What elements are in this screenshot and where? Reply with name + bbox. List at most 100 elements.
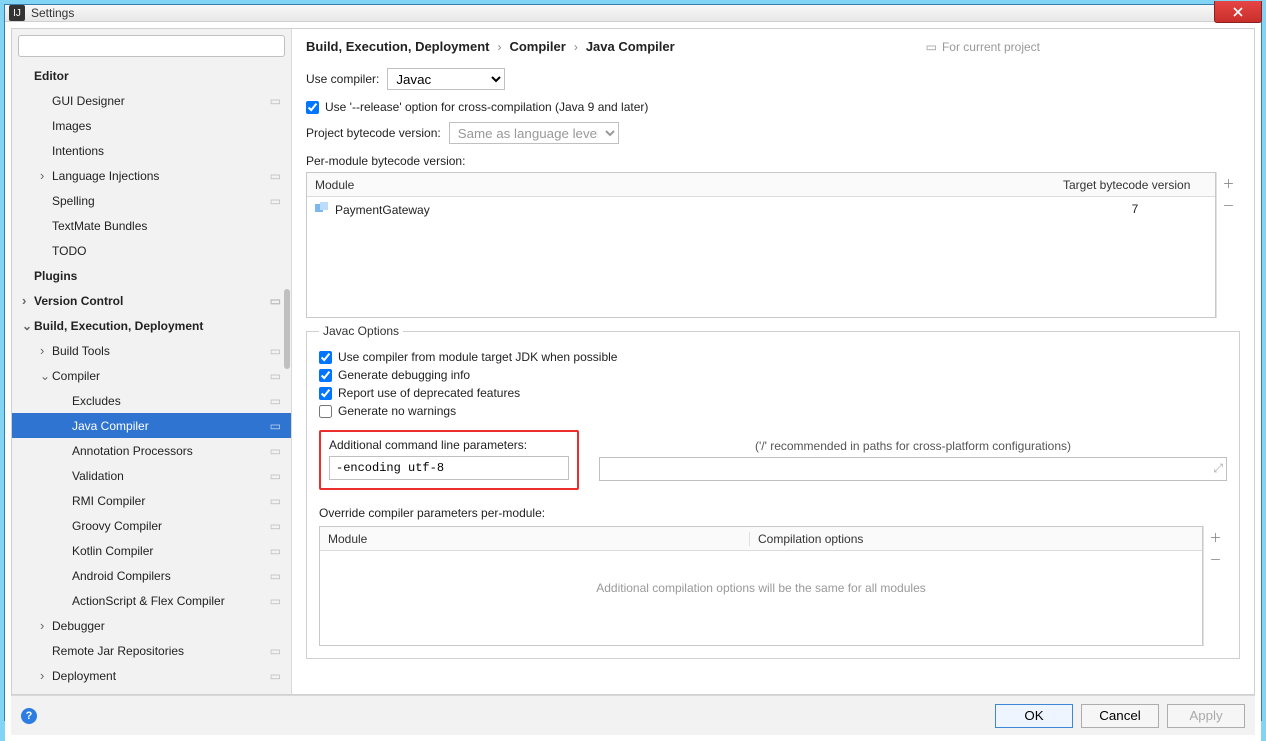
minus-icon: －	[1209, 551, 1221, 568]
settings-tree[interactable]: Editor GUI Designer▭ Images Intentions L…	[12, 63, 291, 694]
tree-editor[interactable]: Editor	[12, 63, 291, 88]
project-badge-icon: ▭	[270, 569, 281, 583]
sidebar-scrollbar[interactable]	[284, 289, 290, 369]
tree-language-injections[interactable]: Language Injections ▭	[12, 163, 291, 188]
scope-hint: ▭For current project	[926, 40, 1040, 54]
expand-icon[interactable]: ⤢	[1213, 461, 1223, 476]
per-module-label: Per-module bytecode version:	[306, 154, 1240, 168]
tree-images[interactable]: Images	[12, 113, 291, 138]
add-override-button[interactable]: ＋	[1205, 526, 1227, 548]
project-badge-icon: ▭	[926, 40, 937, 54]
no-warnings-checkbox[interactable]	[319, 405, 332, 418]
project-badge-icon: ▭	[270, 369, 281, 383]
breadcrumb-item[interactable]: Build, Execution, Deployment	[306, 39, 489, 54]
tree-validation[interactable]: Validation▭	[12, 463, 291, 488]
tree-label: Plugins	[34, 269, 77, 283]
additional-params-input[interactable]	[329, 456, 569, 480]
ok-button[interactable]: OK	[995, 704, 1073, 728]
tree-android-compilers[interactable]: Android Compilers▭	[12, 563, 291, 588]
tree-label: TextMate Bundles	[52, 219, 147, 233]
tree-spelling[interactable]: Spelling ▭	[12, 188, 291, 213]
chevron-right-icon	[40, 343, 52, 358]
module-target[interactable]: 7	[1055, 202, 1215, 216]
checkbox-label: Generate debugging info	[338, 368, 470, 382]
tree-debugger[interactable]: Debugger	[12, 613, 291, 638]
table-row[interactable]: PaymentGateway 7	[307, 197, 1215, 221]
tree-todo[interactable]: TODO	[12, 238, 291, 263]
dialog-footer: ? OK Cancel Apply	[11, 695, 1255, 735]
settings-content: Build, Execution, Deployment › Compiler …	[292, 29, 1254, 694]
project-badge-icon: ▭	[270, 494, 281, 508]
tree-label: Build Tools	[52, 344, 110, 358]
tree-groovy-compiler[interactable]: Groovy Compiler▭	[12, 513, 291, 538]
tree-remote-jar[interactable]: Remote Jar Repositories▭	[12, 638, 291, 663]
checkbox-label: Report use of deprecated features	[338, 386, 520, 400]
module-name: PaymentGateway	[335, 203, 430, 217]
tree-build-execution-deployment[interactable]: Build, Execution, Deployment	[12, 313, 291, 338]
chevron-right-icon	[40, 618, 52, 633]
report-deprecated-checkbox[interactable]	[319, 387, 332, 400]
project-badge-icon: ▭	[270, 294, 281, 308]
per-module-table: Module Target bytecode version PaymentGa…	[306, 172, 1216, 318]
use-module-jdk-checkbox[interactable]	[319, 351, 332, 364]
tree-gui-designer[interactable]: GUI Designer▭	[12, 88, 291, 113]
settings-sidebar: Editor GUI Designer▭ Images Intentions L…	[12, 29, 292, 694]
chevron-right-icon: ›	[574, 40, 578, 54]
remove-module-button[interactable]: －	[1218, 194, 1240, 216]
empty-placeholder: Additional compilation options will be t…	[320, 551, 1202, 625]
tree-annotation-processors[interactable]: Annotation Processors▭	[12, 438, 291, 463]
column-target[interactable]: Target bytecode version	[1055, 178, 1215, 192]
tree-build-tools[interactable]: Build Tools ▭	[12, 338, 291, 363]
project-badge-icon: ▭	[270, 344, 281, 358]
use-compiler-select[interactable]: Javac	[387, 68, 505, 90]
breadcrumb-item[interactable]: Compiler	[509, 39, 565, 54]
tree-version-control[interactable]: Version Control▭	[12, 288, 291, 313]
tree-label: Language Injections	[52, 169, 159, 183]
chevron-right-icon	[40, 668, 52, 683]
additional-params-extended-input[interactable]	[599, 457, 1227, 481]
column-compile-options[interactable]: Compilation options	[750, 532, 1202, 546]
project-badge-icon: ▭	[270, 394, 281, 408]
tree-label: Build, Execution, Deployment	[34, 319, 203, 333]
help-button[interactable]: ?	[21, 708, 37, 724]
tree-plugins[interactable]: Plugins	[12, 263, 291, 288]
checkbox-label: Use compiler from module target JDK when…	[338, 350, 617, 364]
project-badge-icon: ▭	[270, 594, 281, 608]
settings-search-input[interactable]	[18, 35, 285, 57]
plus-icon: ＋	[1209, 529, 1221, 546]
column-module[interactable]: Module	[307, 178, 1055, 192]
chevron-right-icon	[22, 293, 34, 308]
cancel-button[interactable]: Cancel	[1081, 704, 1159, 728]
release-option-checkbox[interactable]	[306, 101, 319, 114]
minus-icon: －	[1222, 197, 1234, 214]
tree-deployment[interactable]: Deployment▭	[12, 663, 291, 688]
chevron-right-icon: ›	[497, 40, 501, 54]
plus-icon: ＋	[1222, 175, 1234, 192]
project-badge-icon: ▭	[270, 419, 281, 433]
tree-label: Remote Jar Repositories	[52, 644, 184, 658]
add-module-button[interactable]: ＋	[1218, 172, 1240, 194]
tree-label: Images	[52, 119, 91, 133]
project-bytecode-select[interactable]: Same as language level	[449, 122, 619, 144]
chevron-right-icon	[40, 168, 52, 183]
use-compiler-label: Use compiler:	[306, 72, 379, 86]
tree-label: Spelling	[52, 194, 95, 208]
tree-java-compiler[interactable]: Java Compiler▭	[12, 413, 291, 438]
tree-excludes[interactable]: Excludes▭	[12, 388, 291, 413]
window-close-button[interactable]	[1214, 1, 1262, 23]
tree-label: ActionScript & Flex Compiler	[72, 594, 225, 608]
generate-debug-checkbox[interactable]	[319, 369, 332, 382]
override-per-module-label: Override compiler parameters per-module:	[319, 506, 1227, 520]
remove-override-button[interactable]: －	[1205, 548, 1227, 570]
tree-actionscript-flex[interactable]: ActionScript & Flex Compiler ▭	[12, 588, 291, 613]
column-module[interactable]: Module	[320, 532, 750, 546]
tree-rmi-compiler[interactable]: RMI Compiler▭	[12, 488, 291, 513]
additional-params-label: Additional command line parameters:	[329, 438, 569, 452]
apply-button[interactable]: Apply	[1167, 704, 1245, 728]
tree-textmate[interactable]: TextMate Bundles	[12, 213, 291, 238]
project-badge-icon: ▭	[270, 194, 281, 208]
tree-kotlin-compiler[interactable]: Kotlin Compiler▭	[12, 538, 291, 563]
tree-intentions[interactable]: Intentions	[12, 138, 291, 163]
tree-compiler[interactable]: Compiler▭	[12, 363, 291, 388]
project-badge-icon: ▭	[270, 169, 281, 183]
